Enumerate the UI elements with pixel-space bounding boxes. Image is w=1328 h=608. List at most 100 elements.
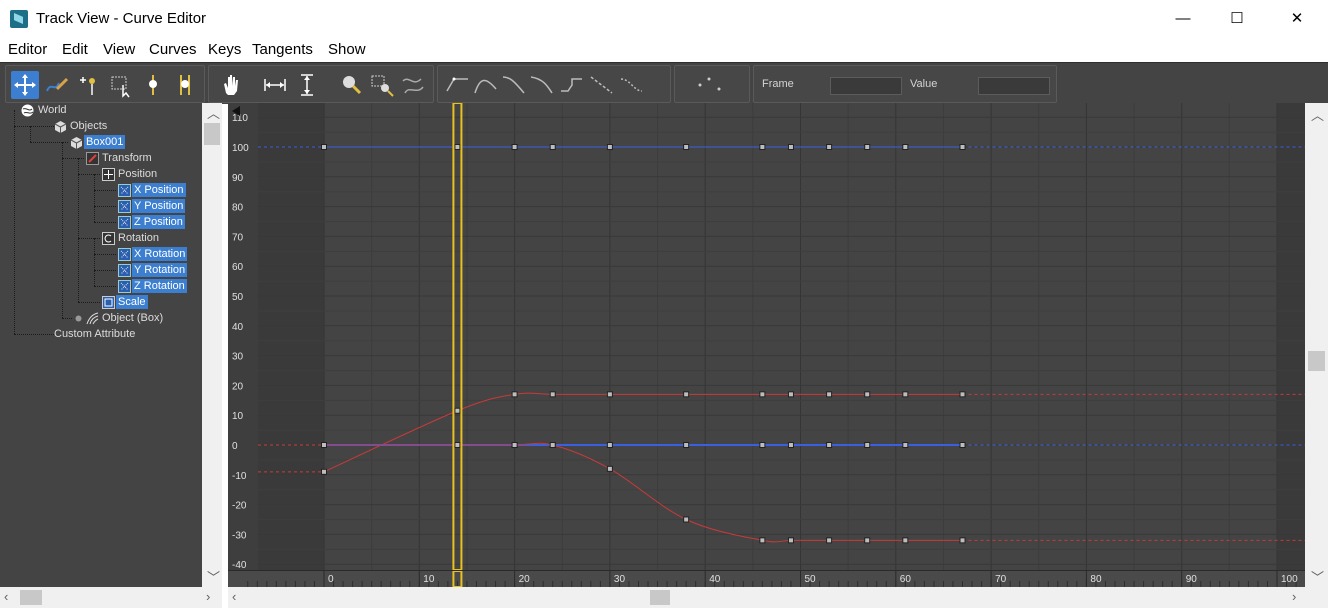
curve-key[interactable]	[826, 144, 833, 150]
retime-tool-icon[interactable]	[139, 71, 167, 99]
curve-key[interactable]	[787, 144, 794, 150]
curve-key[interactable]	[683, 144, 690, 150]
linear-tangent-icon[interactable]	[588, 71, 616, 99]
curve-key[interactable]	[321, 468, 327, 475]
tree-item-object-box[interactable]: Object (Box)	[102, 311, 163, 325]
smooth-tangent-icon[interactable]	[618, 71, 646, 99]
curve-key[interactable]	[864, 391, 871, 398]
scroll-down-arrow-icon[interactable]: ﹀	[207, 567, 220, 586]
time-slider[interactable]	[452, 103, 463, 570]
curve-key[interactable]	[511, 144, 518, 150]
scroll-right-arrow-icon[interactable]: ›	[1292, 589, 1296, 604]
tree-item-z-position[interactable]: Z Position	[132, 215, 185, 229]
slow-tangent-icon[interactable]	[528, 71, 556, 99]
curve-key[interactable]	[321, 144, 327, 150]
curve-key[interactable]	[787, 391, 794, 398]
zoom-icon[interactable]	[337, 71, 365, 99]
curve-key[interactable]	[864, 442, 871, 448]
curve-key[interactable]	[549, 442, 556, 448]
curve-key[interactable]	[511, 442, 518, 448]
move-keys-icon[interactable]	[11, 71, 39, 99]
curve-key[interactable]	[321, 442, 327, 448]
scroll-up-arrow-icon[interactable]: ︿	[207, 103, 220, 122]
curve-key[interactable]	[826, 391, 833, 398]
fast-tangent-icon[interactable]	[500, 71, 528, 99]
tree-item-y-position[interactable]: Y Position	[132, 199, 186, 213]
curve-key[interactable]	[549, 391, 556, 398]
tree-item-z-rotation[interactable]: Z Rotation	[132, 279, 187, 293]
curve-key[interactable]	[511, 391, 518, 398]
curve-key[interactable]	[759, 144, 766, 150]
tree-item-position[interactable]: Position	[118, 167, 157, 181]
pan-hand-icon[interactable]	[217, 71, 245, 99]
maximize-button[interactable]: ☐	[1214, 0, 1260, 38]
frame-value-extents-icon[interactable]	[293, 71, 321, 99]
scroll-thumb[interactable]	[204, 123, 220, 145]
graph-horizontal-scrollbar[interactable]: ‹ ›	[228, 587, 1328, 608]
menu-editor[interactable]: Editor	[8, 41, 47, 58]
curve-key[interactable]	[787, 537, 794, 544]
zoom-region-icon[interactable]	[369, 71, 397, 99]
curve-key[interactable]	[902, 391, 909, 398]
curve-key[interactable]	[606, 442, 613, 448]
curve-key[interactable]	[902, 144, 909, 150]
tree-item-custom-attribute[interactable]: Custom Attribute	[54, 327, 135, 341]
draw-curves-icon[interactable]	[43, 71, 71, 99]
curve-graph[interactable]: 110 100 90 80 70 60 50 40 30 20 10 0 -10 -20 -30 -40	[228, 103, 1305, 570]
curve-key[interactable]	[549, 144, 556, 150]
add-keys-icon[interactable]	[75, 71, 103, 99]
curve-key[interactable]	[902, 442, 909, 448]
tree-item-box001[interactable]: Box001	[84, 135, 126, 149]
menu-keys[interactable]: Keys	[208, 41, 241, 58]
tree-item-y-rotation[interactable]: Y Rotation	[132, 263, 188, 277]
curve-key[interactable]	[864, 144, 871, 150]
menu-edit[interactable]: Edit	[62, 41, 88, 58]
curve-key[interactable]	[959, 537, 966, 544]
tree-vertical-scrollbar[interactable]: ︿ ﹀	[202, 103, 222, 587]
curve-key[interactable]	[959, 442, 966, 448]
menu-view[interactable]: View	[103, 41, 135, 58]
curve-key[interactable]	[606, 391, 613, 398]
scroll-right-arrow-icon[interactable]: ›	[206, 589, 210, 604]
spline-tangent-icon[interactable]	[472, 71, 500, 99]
curve-key[interactable]	[454, 442, 461, 448]
scroll-left-arrow-icon[interactable]: ‹	[232, 589, 236, 604]
auto-tangent-icon[interactable]	[444, 71, 472, 99]
curve-key[interactable]	[683, 516, 690, 523]
graph-vertical-scrollbar[interactable]: ︿ ﹀	[1305, 103, 1328, 587]
minimize-button[interactable]: —	[1160, 0, 1206, 38]
scroll-thumb[interactable]	[20, 590, 42, 605]
curve-key[interactable]	[902, 537, 909, 544]
frame-ruler[interactable]: 0 10 20 30 40 50 60 70 80 90 100	[228, 570, 1305, 587]
scroll-thumb[interactable]	[650, 590, 670, 605]
tree-item-scale[interactable]: Scale	[116, 295, 148, 309]
expand-plus-icon[interactable]	[72, 312, 85, 325]
scroll-down-arrow-icon[interactable]: ﹀	[1311, 567, 1324, 586]
curve-key[interactable]	[683, 391, 690, 398]
tree-item-x-rotation[interactable]: X Rotation	[132, 247, 188, 261]
tree-item-x-position[interactable]: X Position	[132, 183, 186, 197]
curve-key[interactable]	[826, 537, 833, 544]
scroll-thumb[interactable]	[1308, 351, 1325, 371]
curve-key[interactable]	[606, 465, 613, 472]
isolate-curve-icon[interactable]	[399, 71, 427, 99]
curve-key[interactable]	[759, 442, 766, 448]
scroll-left-arrow-icon[interactable]: ‹	[4, 589, 8, 604]
curve-graph-canvas[interactable]: 1101009080706050403020100-10-20-30-40	[228, 103, 1305, 570]
curve-key[interactable]	[787, 442, 794, 448]
tree-item-objects[interactable]: Objects	[70, 119, 107, 133]
menu-show[interactable]: Show	[328, 41, 366, 58]
curve-key[interactable]	[454, 407, 461, 414]
curve-key[interactable]	[759, 391, 766, 398]
region-tool-icon[interactable]	[107, 71, 135, 99]
value-field[interactable]	[978, 77, 1050, 95]
frame-horizontal-extents-icon[interactable]	[261, 71, 289, 99]
curve-key[interactable]	[606, 144, 613, 150]
curve-key[interactable]	[759, 537, 766, 544]
menu-curves[interactable]: Curves	[149, 41, 197, 58]
tree-horizontal-scrollbar[interactable]: ‹ ›	[0, 587, 222, 608]
tree-item-rotation[interactable]: Rotation	[118, 231, 159, 245]
tree-item-transform[interactable]: Transform	[102, 151, 152, 165]
show-keys-icon[interactable]	[695, 71, 723, 99]
stepped-tangent-icon[interactable]	[558, 71, 586, 99]
